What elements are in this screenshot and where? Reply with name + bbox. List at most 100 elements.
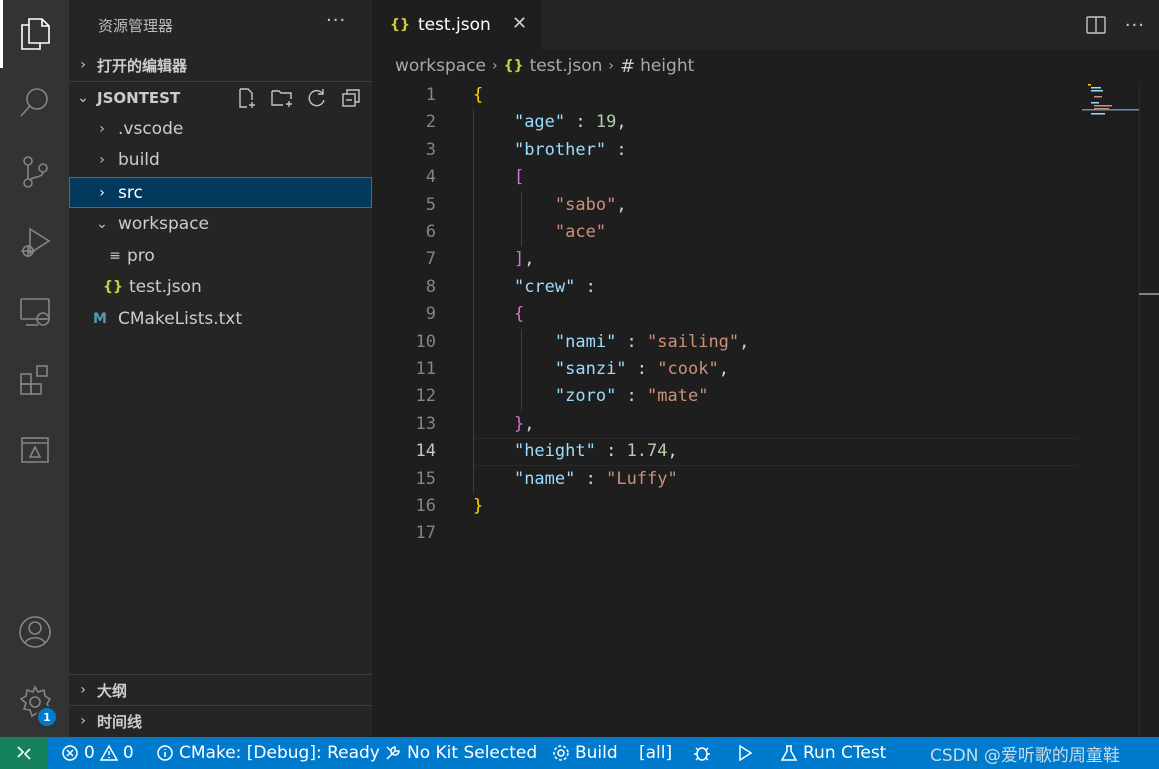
- tab-test-json[interactable]: {} test.json ✕: [372, 0, 542, 50]
- code-line[interactable]: "ace": [473, 219, 606, 246]
- chevron-right-icon: ›: [99, 184, 105, 201]
- code-line[interactable]: "sanzi" : "cook",: [473, 356, 729, 383]
- build-button[interactable]: Build: [552, 737, 618, 769]
- chevron-right-icon: ›: [80, 713, 86, 729]
- code-line[interactable]: "nami" : "sailing",: [473, 329, 750, 356]
- line-number: 16: [415, 496, 436, 516]
- chevron-down-icon: ⌄: [77, 90, 89, 106]
- code-line[interactable]: "height" : 1.74,: [473, 438, 678, 465]
- tree-item-cmakelists[interactable]: M CMakeLists.txt: [69, 303, 372, 334]
- split-editor-icon[interactable]: [1085, 14, 1107, 36]
- search-icon[interactable]: [0, 74, 69, 130]
- chevron-down-icon: ⌄: [96, 215, 108, 232]
- line-number: 4: [425, 167, 436, 188]
- account-icon[interactable]: [0, 604, 69, 660]
- line-number: 17: [415, 523, 436, 544]
- timeline-label: 时间线: [97, 712, 143, 731]
- chevron-right-icon: ›: [608, 58, 614, 74]
- breadcrumb-file[interactable]: test.json: [530, 56, 603, 76]
- tab-label: test.json: [417, 15, 491, 35]
- code-line[interactable]: "sabo",: [473, 192, 627, 219]
- debug-button[interactable]: [692, 737, 712, 769]
- code-line[interactable]: "crew" :: [473, 274, 596, 301]
- code-line[interactable]: {: [473, 301, 524, 328]
- cmake-panel-icon[interactable]: [0, 422, 69, 478]
- chevron-right-icon: ›: [99, 120, 105, 137]
- workspace-folder-label: JSONTEST: [97, 89, 181, 107]
- remote-indicator[interactable]: [0, 737, 48, 769]
- settings-gear-icon[interactable]: [0, 674, 69, 730]
- line-number: 1: [425, 85, 436, 105]
- line-number: 8: [425, 276, 436, 297]
- tree-item-label: workspace: [118, 213, 210, 234]
- run-button[interactable]: [736, 737, 754, 769]
- line-number: 11: [415, 359, 436, 379]
- remote-explorer-icon[interactable]: [0, 284, 69, 340]
- activity-bar: 1: [0, 0, 69, 737]
- lines-icon: ≡: [109, 247, 121, 264]
- collapse-all-icon[interactable]: [340, 87, 362, 109]
- editor-more-button[interactable]: ···: [1125, 15, 1145, 36]
- new-file-icon[interactable]: [236, 87, 258, 109]
- code-line[interactable]: [: [473, 164, 524, 191]
- outline-section[interactable]: › 大纲: [69, 675, 372, 705]
- extensions-icon[interactable]: [0, 352, 69, 408]
- code-line[interactable]: }: [473, 493, 483, 520]
- problems-indicator[interactable]: 0 0: [61, 737, 134, 769]
- cmake-status[interactable]: CMake: [Debug]: Ready: [156, 737, 380, 769]
- tools-icon: [386, 746, 400, 760]
- breadcrumb-folder[interactable]: workspace: [395, 56, 486, 76]
- kit-selector[interactable]: No Kit Selected: [384, 737, 537, 769]
- watermark-text: CSDN @爱听歌的周童鞋: [930, 745, 1120, 766]
- code-line[interactable]: "brother" :: [473, 137, 627, 164]
- explorer-more-button[interactable]: ···: [326, 10, 346, 31]
- code-line[interactable]: },: [473, 411, 535, 438]
- tree-item-label: test.json: [129, 276, 202, 297]
- tree-item-label: build: [118, 149, 160, 170]
- tree-item-test-json[interactable]: {} test.json: [69, 271, 372, 302]
- build-target[interactable]: [all]: [639, 737, 672, 769]
- close-icon[interactable]: ✕: [512, 13, 527, 34]
- breadcrumb-symbol[interactable]: height: [640, 56, 694, 76]
- line-number: 10: [415, 331, 436, 352]
- bug-icon: [694, 747, 710, 761]
- explorer-title: 资源管理器: [98, 17, 174, 35]
- refresh-icon[interactable]: [306, 87, 328, 109]
- chevron-right-icon: ›: [492, 58, 498, 74]
- code-line[interactable]: {: [473, 82, 483, 109]
- code-line[interactable]: "name" : "Luffy": [473, 466, 678, 493]
- json-braces-icon: {}: [503, 58, 524, 74]
- explorer-icon[interactable]: [0, 6, 69, 62]
- info-icon: [157, 745, 173, 761]
- source-control-icon[interactable]: [0, 144, 69, 200]
- line-number: 15: [415, 468, 436, 489]
- scrollbar-cursor-marker: [1139, 293, 1159, 295]
- run-ctest-button[interactable]: Run CTest: [780, 737, 886, 769]
- settings-badge: 1: [36, 706, 58, 728]
- chevron-right-icon: ›: [99, 151, 105, 168]
- editor-actions: ···: [1085, 14, 1145, 36]
- new-folder-icon[interactable]: [270, 87, 294, 109]
- vertical-scrollbar[interactable]: [1139, 82, 1159, 737]
- line-number: 2: [425, 112, 436, 133]
- timeline-section[interactable]: › 时间线: [69, 706, 372, 736]
- line-number: 3: [425, 139, 436, 160]
- tree-item-src[interactable]: › src: [69, 177, 372, 208]
- workspace-folder-section[interactable]: ⌄ JSONTEST: [69, 83, 372, 113]
- line-number: 7: [425, 249, 436, 270]
- code-line[interactable]: ],: [473, 246, 535, 273]
- code-line[interactable]: "zoro" : "mate": [473, 383, 709, 410]
- tree-item-vscode[interactable]: › .vscode: [69, 113, 372, 144]
- code-line[interactable]: "age" : 19,: [473, 109, 627, 136]
- line-number: 5: [425, 194, 436, 215]
- tree-item-workspace[interactable]: ⌄ workspace: [69, 208, 372, 239]
- tree-item-build[interactable]: › build: [69, 144, 372, 175]
- error-count: 0: [84, 743, 95, 763]
- json-braces-icon: {}: [390, 17, 410, 33]
- explorer-actions: [236, 87, 362, 109]
- line-number: 9: [425, 304, 436, 325]
- outline-label: 大纲: [97, 681, 128, 700]
- open-editors-section[interactable]: › 打开的编辑器: [69, 50, 372, 80]
- run-debug-icon[interactable]: [0, 214, 69, 270]
- tree-item-pro[interactable]: ≡ pro: [69, 240, 372, 271]
